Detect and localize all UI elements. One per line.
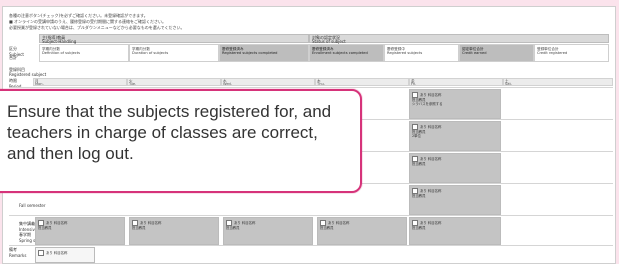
subject-summary: 主(指導)教員 Subject-Handling 対象の認定状況 Status … [9,34,609,64]
day-header-fri: 金 Fri. [409,78,503,86]
slot-checkbox[interactable] [38,250,44,256]
callout-text: Ensure that the subjects registered for,… [7,102,332,163]
summary-cell: 登録単位合計 Credit registered [534,44,609,62]
class-slot[interactable]: あり 科目名称 [35,247,95,263]
subject-handling-header: 主(指導)教員 Subject-Handling [39,34,309,43]
class-slot[interactable]: あり 科目名称 担当教員 [409,217,501,245]
class-slot[interactable]: あり 科目名称 担当教員 [35,217,125,245]
notice-text: 各種の注意ボタン(チェック)を必ずご確認ください。未登録確認ができます。 ■ オ… [9,13,185,31]
instruction-callout: Ensure that the subjects registered for,… [0,89,362,193]
class-slot[interactable]: あり 科目名称 担当教員 [317,217,407,245]
summary-cell: 学期内分数 Definition of subjects [39,44,129,62]
summary-cell: 学期内分数 Duration of subjects [129,44,219,62]
summary-cell: 履修登録済み Registered subjects completed [219,44,309,62]
grid-line [9,245,613,246]
class-slot[interactable]: あり 科目名称 担当教員 [409,153,501,183]
day-header-sat: 土 Sat. [503,78,613,86]
summary-cell: 履修登録済み Enrollment subjects completed [309,44,384,62]
class-slot[interactable]: あり 科目名称 担当教員 シラバスを参照する [409,89,501,119]
class-slot[interactable]: あり 科目名称 担当教員 2単位 [409,121,501,151]
registration-sheet: 各種の注意ボタン(チェック)を必ずご確認ください。未登録確認ができます。 ■ オ… [0,6,616,264]
class-slot[interactable]: あり 科目名称 担当教員 [409,185,501,215]
grid-line [9,87,613,88]
status-header: 対象の認定状況 Status of subject [309,34,609,43]
remarks-label: 備考 Remarks [9,247,27,258]
day-header-tue: 火 Tue. [127,78,221,86]
notice-line: 必要授業が登録されていない場合は、プルダウンメニューなどから必要なものを選んでく… [9,25,185,30]
summary-cell: 履修登録中 Registered subjects [384,44,459,62]
total-label: 合計 [9,55,17,60]
grid-line [9,215,613,216]
summary-cell: 認定単位合計 Credit earned [459,44,534,62]
day-header-wed: 水 Wed. [221,78,315,86]
registered-subject-label: 登録科目 Registered subject [9,67,47,77]
fall-semester-label: Fall semester [19,203,46,208]
class-slot[interactable]: あり 科目名称 担当教員 [129,217,219,245]
class-slot[interactable]: あり 科目名称 担当教員 [223,217,313,245]
day-header-mon: 月 Mon. [33,78,127,86]
day-header-thu: 木 Thu. [315,78,409,86]
